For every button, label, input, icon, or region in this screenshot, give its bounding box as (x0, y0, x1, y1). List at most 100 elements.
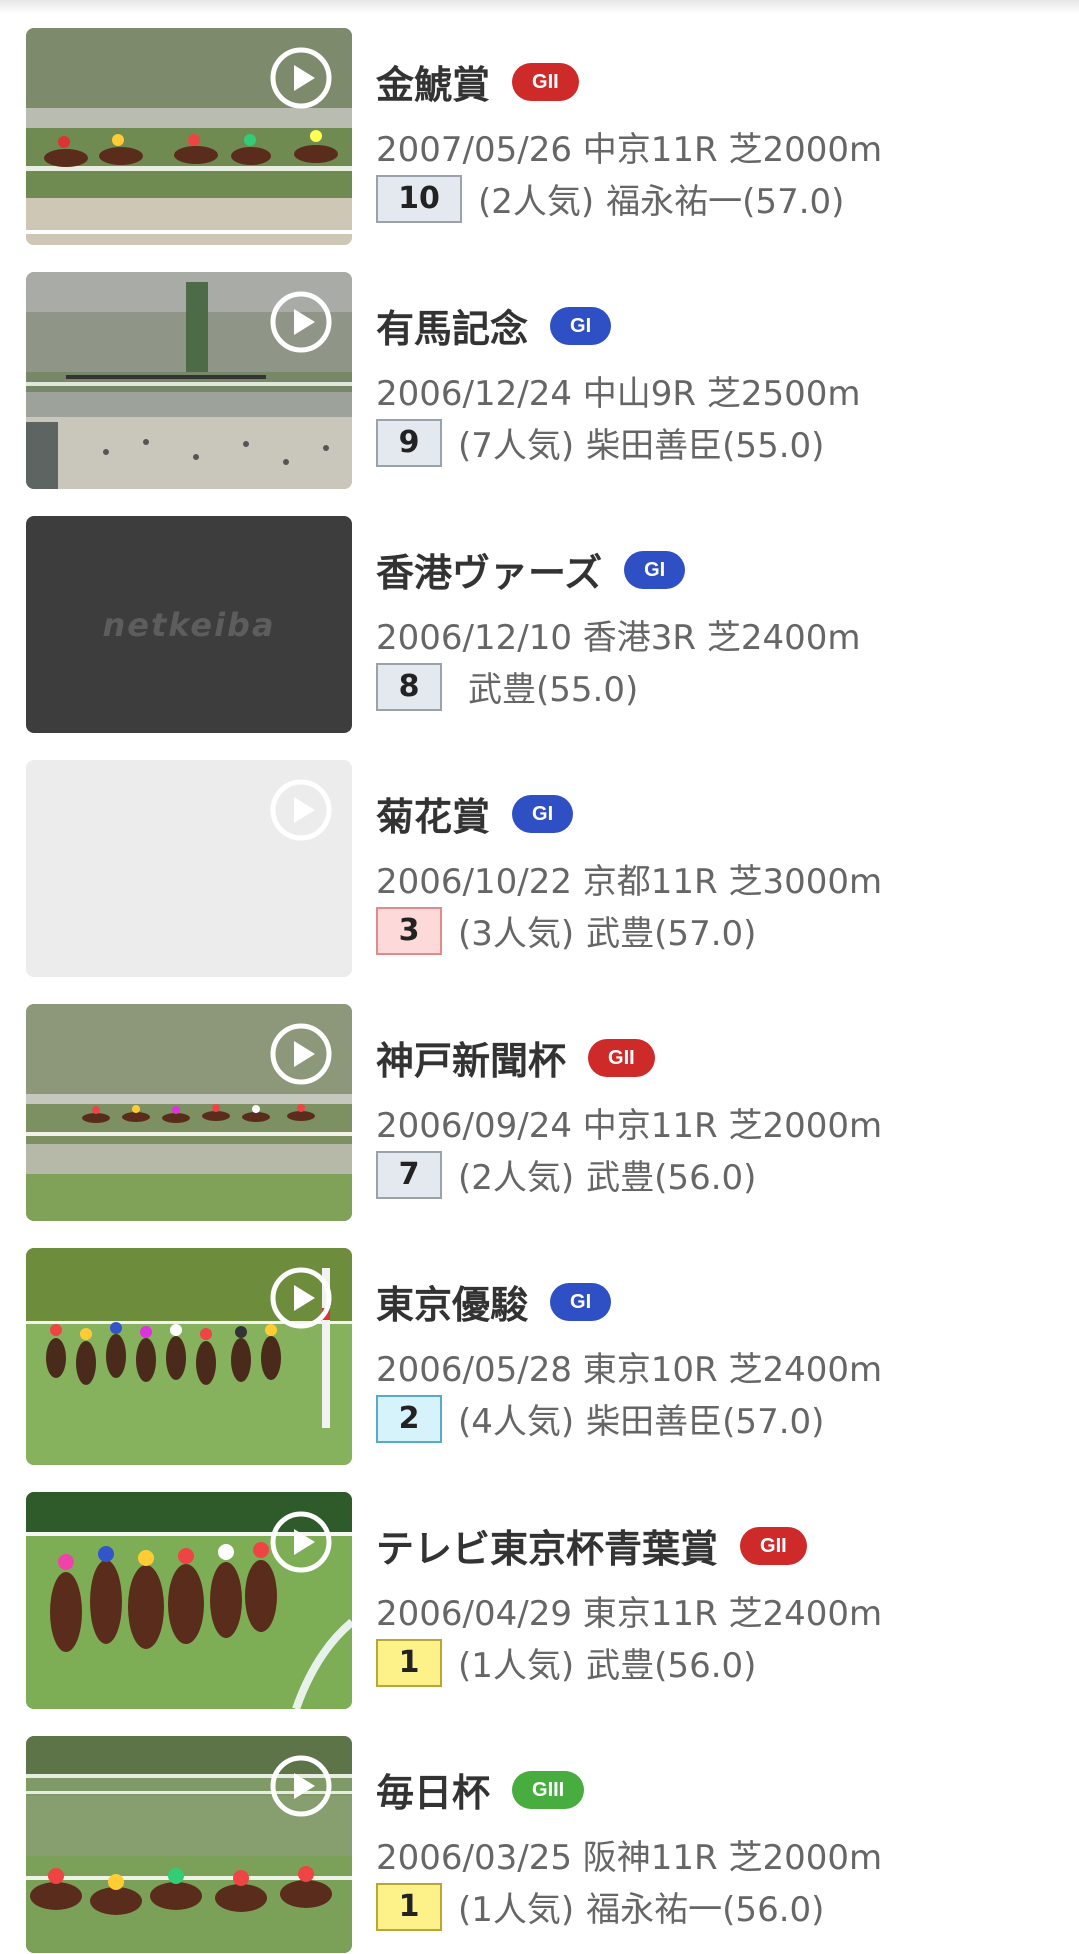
race-item-hong-kong-vase[interactable]: netkeiba 香港ヴァーズ GI 2006/12/10 香港3R 芝2400… (0, 516, 1079, 734)
race-name: 東京優駿 GI (376, 1274, 612, 1329)
race-name: 有馬記念 GI (376, 298, 612, 353)
race-result: 7 (2人気) 武豊(56.0) (376, 1150, 756, 1199)
race-meta: 2006/05/28 東京10R 芝2400m (376, 1342, 882, 1391)
race-result: 8 武豊(55.0) (376, 662, 638, 711)
jockey-weight: 福永祐一(56.0) (586, 1890, 825, 1930)
race-result: 1 (1人気) 武豊(56.0) (376, 1638, 756, 1687)
race-venue: 東京11R (582, 1594, 718, 1634)
finish-rank-badge: 9 (376, 418, 442, 467)
race-venue: 香港3R (582, 618, 697, 658)
race-name: テレビ東京杯青葉賞 GII (376, 1518, 807, 1573)
race-info: 有馬記念 GI 2006/12/24 中山9R 芝2500m 9 (7人気) 柴… (376, 272, 1079, 489)
play-icon[interactable] (269, 46, 333, 110)
race-name-text: 香港ヴァーズ (376, 551, 603, 595)
grade-badge: GIII (512, 1770, 585, 1809)
jockey-weight: 武豊(56.0) (586, 1158, 757, 1198)
grade-badge: GII (740, 1526, 807, 1565)
race-venue: 阪神11R (582, 1838, 718, 1878)
grade-badge: GII (512, 62, 579, 101)
race-date: 2006/10/22 (376, 862, 572, 902)
race-video-thumbnail[interactable] (26, 272, 352, 489)
race-video-thumbnail[interactable] (26, 1492, 352, 1709)
race-info: 香港ヴァーズ GI 2006/12/10 香港3R 芝2400m 8 武豊(55… (376, 516, 1079, 733)
race-name: 香港ヴァーズ GI (376, 542, 686, 597)
race-venue: 東京10R (582, 1350, 718, 1390)
race-date: 2007/05/26 (376, 130, 572, 170)
race-item-kobe-shimbun-hai[interactable]: 神戸新聞杯 GII 2006/09/24 中京11R 芝2000m 7 (2人気… (0, 1004, 1079, 1222)
race-meta: 2006/03/25 阪神11R 芝2000m (376, 1830, 882, 1879)
race-video-thumbnail[interactable] (26, 1004, 352, 1221)
race-result: 2 (4人気) 柴田善臣(57.0) (376, 1394, 824, 1443)
race-course: 芝3000m (728, 862, 883, 902)
race-name-text: 金鯱賞 (376, 63, 491, 107)
jockey-weight: 武豊(57.0) (586, 914, 757, 954)
popularity: (1人気) (458, 1890, 575, 1930)
popularity: (1人気) (458, 1646, 575, 1686)
race-course: 芝2400m (728, 1594, 883, 1634)
play-icon[interactable] (269, 1022, 333, 1086)
race-result: 1 (1人気) 福永祐一(56.0) (376, 1882, 824, 1931)
play-icon[interactable] (269, 778, 333, 842)
race-video-thumbnail[interactable]: netkeiba (26, 516, 352, 733)
race-result: 10 (2人気) 福永祐一(57.0) (376, 174, 844, 223)
race-info: テレビ東京杯青葉賞 GII 2006/04/29 東京11R 芝2400m 1 … (376, 1492, 1079, 1709)
race-video-thumbnail[interactable] (26, 28, 352, 245)
race-item-mainichi-hai[interactable]: 毎日杯 GIII 2006/03/25 阪神11R 芝2000m 1 (1人気)… (0, 1736, 1079, 1954)
race-name-text: 菊花賞 (376, 795, 491, 839)
race-name: 神戸新聞杯 GII (376, 1030, 655, 1085)
race-name: 毎日杯 GIII (376, 1762, 585, 1817)
race-item-aoba-sho[interactable]: テレビ東京杯青葉賞 GII 2006/04/29 東京11R 芝2400m 1 … (0, 1492, 1079, 1710)
race-date: 2006/12/24 (376, 374, 572, 414)
race-meta: 2006/12/10 香港3R 芝2400m (376, 610, 861, 659)
grade-badge: GI (512, 794, 574, 833)
race-name-text: 毎日杯 (376, 1771, 491, 1815)
race-meta: 2006/10/22 京都11R 芝3000m (376, 854, 882, 903)
play-icon[interactable] (269, 1266, 333, 1330)
race-item-kinshachi[interactable]: 金鯱賞 GII 2007/05/26 中京11R 芝2000m 10 (2人気)… (0, 28, 1079, 246)
race-info: 金鯱賞 GII 2007/05/26 中京11R 芝2000m 10 (2人気)… (376, 28, 1079, 245)
popularity: (4人気) (458, 1402, 575, 1442)
race-course: 芝2000m (728, 1106, 883, 1146)
play-icon[interactable] (269, 1510, 333, 1574)
finish-rank-badge: 10 (376, 174, 462, 223)
popularity: (2人気) (478, 182, 595, 222)
race-info: 毎日杯 GIII 2006/03/25 阪神11R 芝2000m 1 (1人気)… (376, 1736, 1079, 1953)
jockey-weight: 武豊(56.0) (586, 1646, 757, 1686)
race-name: 菊花賞 GI (376, 786, 574, 841)
race-result: 3 (3人気) 武豊(57.0) (376, 906, 756, 955)
finish-rank-badge: 7 (376, 1150, 442, 1199)
race-meta: 2007/05/26 中京11R 芝2000m (376, 122, 882, 171)
grade-badge: GI (624, 550, 686, 589)
finish-rank-badge: 1 (376, 1638, 442, 1687)
race-item-kikka-sho[interactable]: 菊花賞 GI 2006/10/22 京都11R 芝3000m 3 (3人気) 武… (0, 760, 1079, 978)
race-meta: 2006/12/24 中山9R 芝2500m (376, 366, 861, 415)
popularity: (2人気) (458, 1158, 575, 1198)
race-video-thumbnail[interactable] (26, 1248, 352, 1465)
race-name-text: 東京優駿 (376, 1283, 529, 1327)
race-name-text: テレビ東京杯青葉賞 (376, 1527, 719, 1571)
race-name-text: 有馬記念 (376, 307, 529, 351)
race-course: 芝2400m (706, 618, 861, 658)
race-date: 2006/05/28 (376, 1350, 572, 1390)
play-icon[interactable] (269, 290, 333, 354)
popularity: (7人気) (458, 426, 575, 466)
race-meta: 2006/04/29 東京11R 芝2400m (376, 1586, 882, 1635)
race-date: 2006/09/24 (376, 1106, 572, 1146)
race-item-arima-kinen[interactable]: 有馬記念 GI 2006/12/24 中山9R 芝2500m 9 (7人気) 柴… (0, 272, 1079, 490)
grade-badge: GI (550, 1282, 612, 1321)
race-item-tokyo-yushun[interactable]: 東京優駿 GI 2006/05/28 東京10R 芝2400m 2 (4人気) … (0, 1248, 1079, 1466)
jockey-weight: 武豊(55.0) (468, 670, 639, 710)
race-date: 2006/12/10 (376, 618, 572, 658)
race-venue: 京都11R (582, 862, 718, 902)
race-video-thumbnail[interactable] (26, 1736, 352, 1953)
race-venue: 中山9R (582, 374, 697, 414)
race-video-thumbnail[interactable] (26, 760, 352, 977)
popularity: (3人気) (458, 914, 575, 954)
play-icon[interactable] (269, 1754, 333, 1818)
grade-badge: GII (588, 1038, 655, 1077)
top-scroll-shadow (0, 0, 1079, 14)
race-info: 東京優駿 GI 2006/05/28 東京10R 芝2400m 2 (4人気) … (376, 1248, 1079, 1465)
finish-rank-badge: 1 (376, 1882, 442, 1931)
race-meta: 2006/09/24 中京11R 芝2000m (376, 1098, 882, 1147)
race-date: 2006/03/25 (376, 1838, 572, 1878)
